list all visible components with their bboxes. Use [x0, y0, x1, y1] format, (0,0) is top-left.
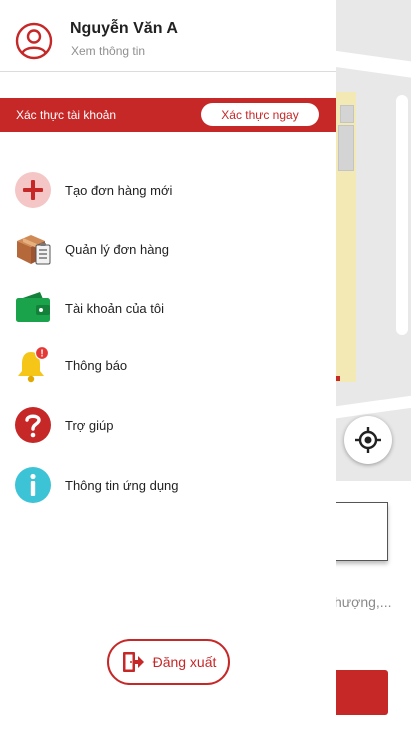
submit-button[interactable] [336, 670, 388, 715]
logout-label: Đăng xuất [152, 654, 217, 670]
user-avatar-icon [15, 22, 53, 60]
logout-icon [122, 652, 144, 672]
bell-icon: ! [14, 346, 52, 384]
menu-item-label: Tạo đơn hàng mới [65, 182, 173, 198]
add-circle-icon [14, 171, 52, 209]
verify-now-button[interactable]: Xác thực ngay [201, 103, 319, 126]
wallet-icon [14, 289, 52, 327]
map-road [396, 95, 408, 335]
menu-item-manage-orders[interactable]: Quản lý đơn hàng [0, 221, 336, 277]
navigation-drawer: Nguyễn Văn A Xem thông tin Xác thực tài … [0, 0, 336, 731]
map-building [340, 105, 354, 123]
menu-item-label: Thông tin ứng dụng [65, 477, 179, 493]
profile-header[interactable]: Nguyễn Văn A Xem thông tin [0, 0, 336, 72]
verify-account-label: Xác thực tài khoản [16, 108, 117, 122]
map-road [336, 392, 411, 420]
menu-item-notifications[interactable]: ! Thông báo [0, 337, 336, 393]
map-marker [336, 376, 340, 381]
verify-account-banner: Xác thực tài khoản Xác thực ngay [0, 98, 336, 132]
map-building [338, 125, 354, 171]
map-road [336, 48, 411, 84]
notification-badge: ! [40, 349, 43, 360]
menu-item-label: Thông báo [65, 357, 128, 373]
map-view[interactable] [336, 0, 411, 481]
logout-button[interactable]: Đăng xuất [107, 639, 230, 685]
menu-item-create-order[interactable]: Tạo đơn hàng mới [0, 162, 336, 218]
address-input[interactable] [336, 502, 388, 561]
view-info-link[interactable]: Xem thông tin [71, 44, 145, 58]
menu-item-label: Quản lý đơn hàng [65, 241, 169, 257]
help-icon [14, 406, 52, 444]
menu-item-label: Trợ giúp [65, 417, 114, 433]
info-icon [14, 466, 52, 504]
background-screen: hượng,... [336, 0, 411, 731]
crosshair-icon [355, 427, 381, 453]
my-location-button[interactable] [344, 416, 392, 464]
hint-text: hượng,... [336, 594, 392, 610]
menu-item-my-account[interactable]: Tài khoản của tôi [0, 280, 336, 336]
package-clipboard-icon [14, 230, 52, 268]
user-name: Nguyễn Văn A [70, 20, 178, 37]
menu-item-app-info[interactable]: Thông tin ứng dụng [0, 457, 336, 513]
menu-item-label: Tài khoản của tôi [65, 300, 165, 316]
menu-item-help[interactable]: Trợ giúp [0, 397, 336, 453]
